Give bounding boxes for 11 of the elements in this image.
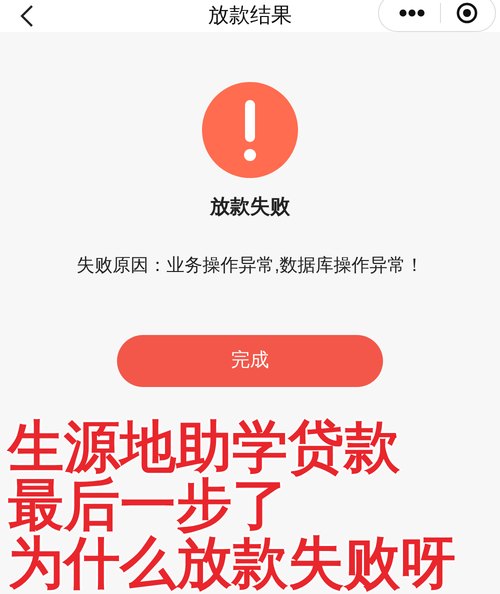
exclamation-icon xyxy=(202,82,298,178)
failure-reason: 失败原因：业务操作异常,数据库操作异常！ xyxy=(76,254,424,277)
caption-text: 最后一步了 xyxy=(8,476,288,534)
caption-text: 为什么放款失败呀 xyxy=(8,534,456,592)
back-icon[interactable] xyxy=(20,4,34,28)
capsule-menu[interactable] xyxy=(378,0,496,32)
window-title: 放款结果 xyxy=(208,3,292,30)
result-title: 放款失败 xyxy=(210,195,290,220)
done-button[interactable]: 完成 xyxy=(117,335,383,387)
more-icon[interactable] xyxy=(399,9,425,17)
caption-text: 生源地助学贷款 xyxy=(8,418,401,476)
